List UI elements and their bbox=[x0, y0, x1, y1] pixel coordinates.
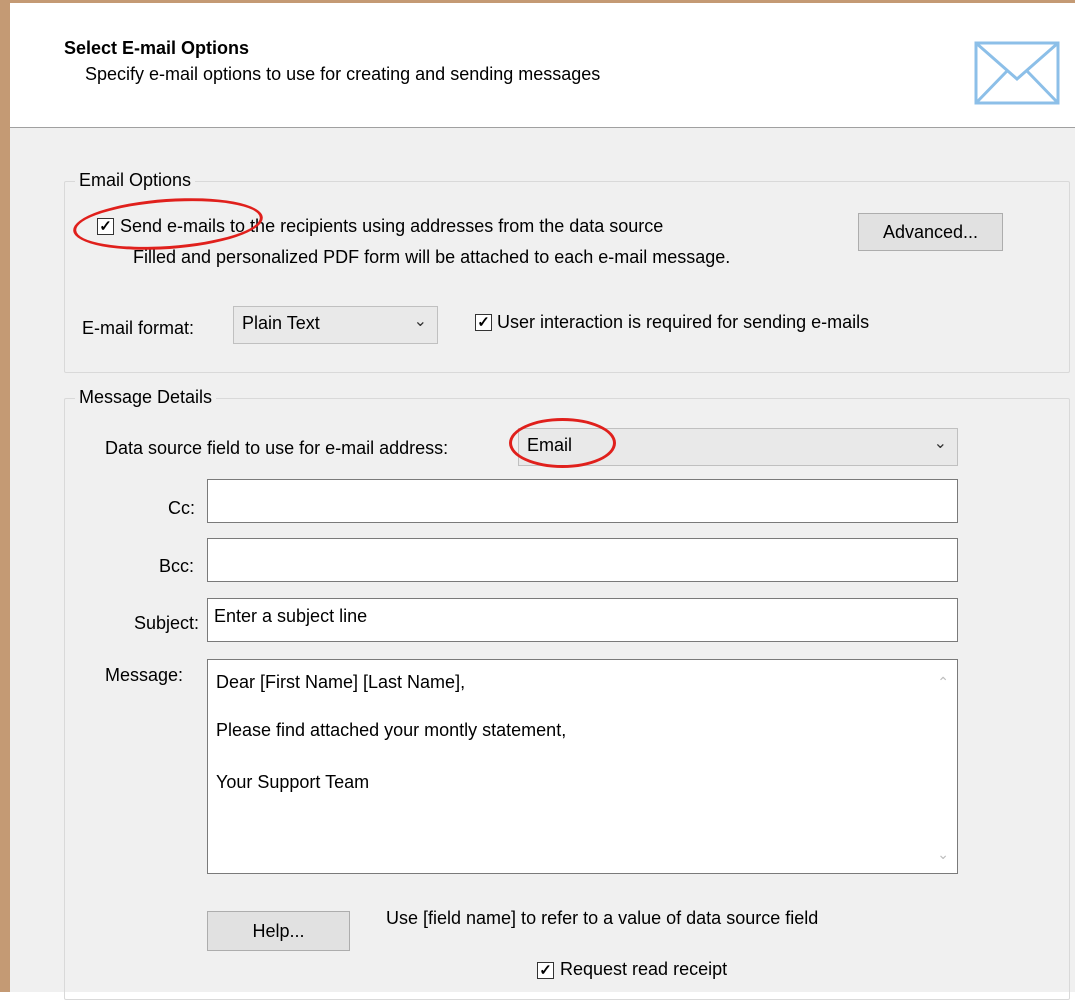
page-title: Select E-mail Options bbox=[64, 38, 250, 58]
bcc-label: Bcc: bbox=[159, 556, 195, 576]
help-button[interactable]: Help... bbox=[207, 911, 350, 951]
read-receipt-label: Request read receipt bbox=[560, 959, 728, 979]
wizard-header: Select E-mail Options Specify e-mail opt… bbox=[10, 3, 1075, 128]
email-format-value: Plain Text bbox=[242, 313, 320, 333]
cc-label: Cc: bbox=[168, 498, 195, 518]
email-format-select[interactable]: Plain Text ⌄ bbox=[233, 306, 438, 344]
address-field-select[interactable]: Email ⌄ bbox=[518, 428, 958, 466]
scroll-up-icon[interactable]: ⌃ bbox=[937, 674, 949, 691]
message-line: Please find attached your montly stateme… bbox=[216, 720, 567, 740]
cc-input[interactable] bbox=[207, 479, 958, 523]
scroll-down-icon[interactable]: ⌄ bbox=[937, 846, 949, 863]
help-hint: Use [field name] to refer to a value of … bbox=[386, 908, 819, 928]
bcc-input[interactable] bbox=[207, 538, 958, 582]
page-subtitle: Specify e-mail options to use for creati… bbox=[85, 64, 601, 84]
send-emails-label: Send e-mails to the recipients using add… bbox=[120, 216, 664, 236]
address-field-value: Email bbox=[527, 435, 573, 455]
subject-input[interactable]: Enter a subject line bbox=[207, 598, 958, 642]
message-details-group-label: Message Details bbox=[75, 387, 217, 408]
read-receipt-checkbox[interactable]: ✓ bbox=[537, 962, 554, 979]
email-options-group: Email Options bbox=[64, 170, 1070, 373]
address-field-label: Data source field to use for e-mail addr… bbox=[105, 438, 449, 458]
subject-value: Enter a subject line bbox=[214, 606, 368, 626]
envelope-icon bbox=[974, 41, 1060, 105]
subject-label: Subject: bbox=[134, 613, 200, 633]
send-emails-note: Filled and personalized PDF form will be… bbox=[133, 247, 731, 267]
message-line: Your Support Team bbox=[216, 772, 370, 792]
user-interaction-checkbox[interactable]: ✓ bbox=[475, 314, 492, 331]
email-options-group-label: Email Options bbox=[75, 170, 196, 191]
user-interaction-label: User interaction is required for sending… bbox=[497, 312, 870, 332]
chevron-down-icon: ⌄ bbox=[413, 313, 427, 330]
message-textarea[interactable]: Dear [First Name] [Last Name], Please fi… bbox=[207, 659, 958, 874]
message-label: Message: bbox=[105, 665, 184, 685]
message-line: Dear [First Name] [Last Name], bbox=[216, 672, 466, 692]
wizard-content: Email Options ✓ Send e-mails to the reci… bbox=[10, 128, 1075, 1000]
email-format-label: E-mail format: bbox=[82, 318, 195, 338]
advanced-button[interactable]: Advanced... bbox=[858, 213, 1003, 251]
send-emails-checkbox[interactable]: ✓ bbox=[97, 218, 114, 235]
window-border-left bbox=[0, 0, 10, 992]
chevron-down-icon: ⌄ bbox=[933, 435, 947, 452]
